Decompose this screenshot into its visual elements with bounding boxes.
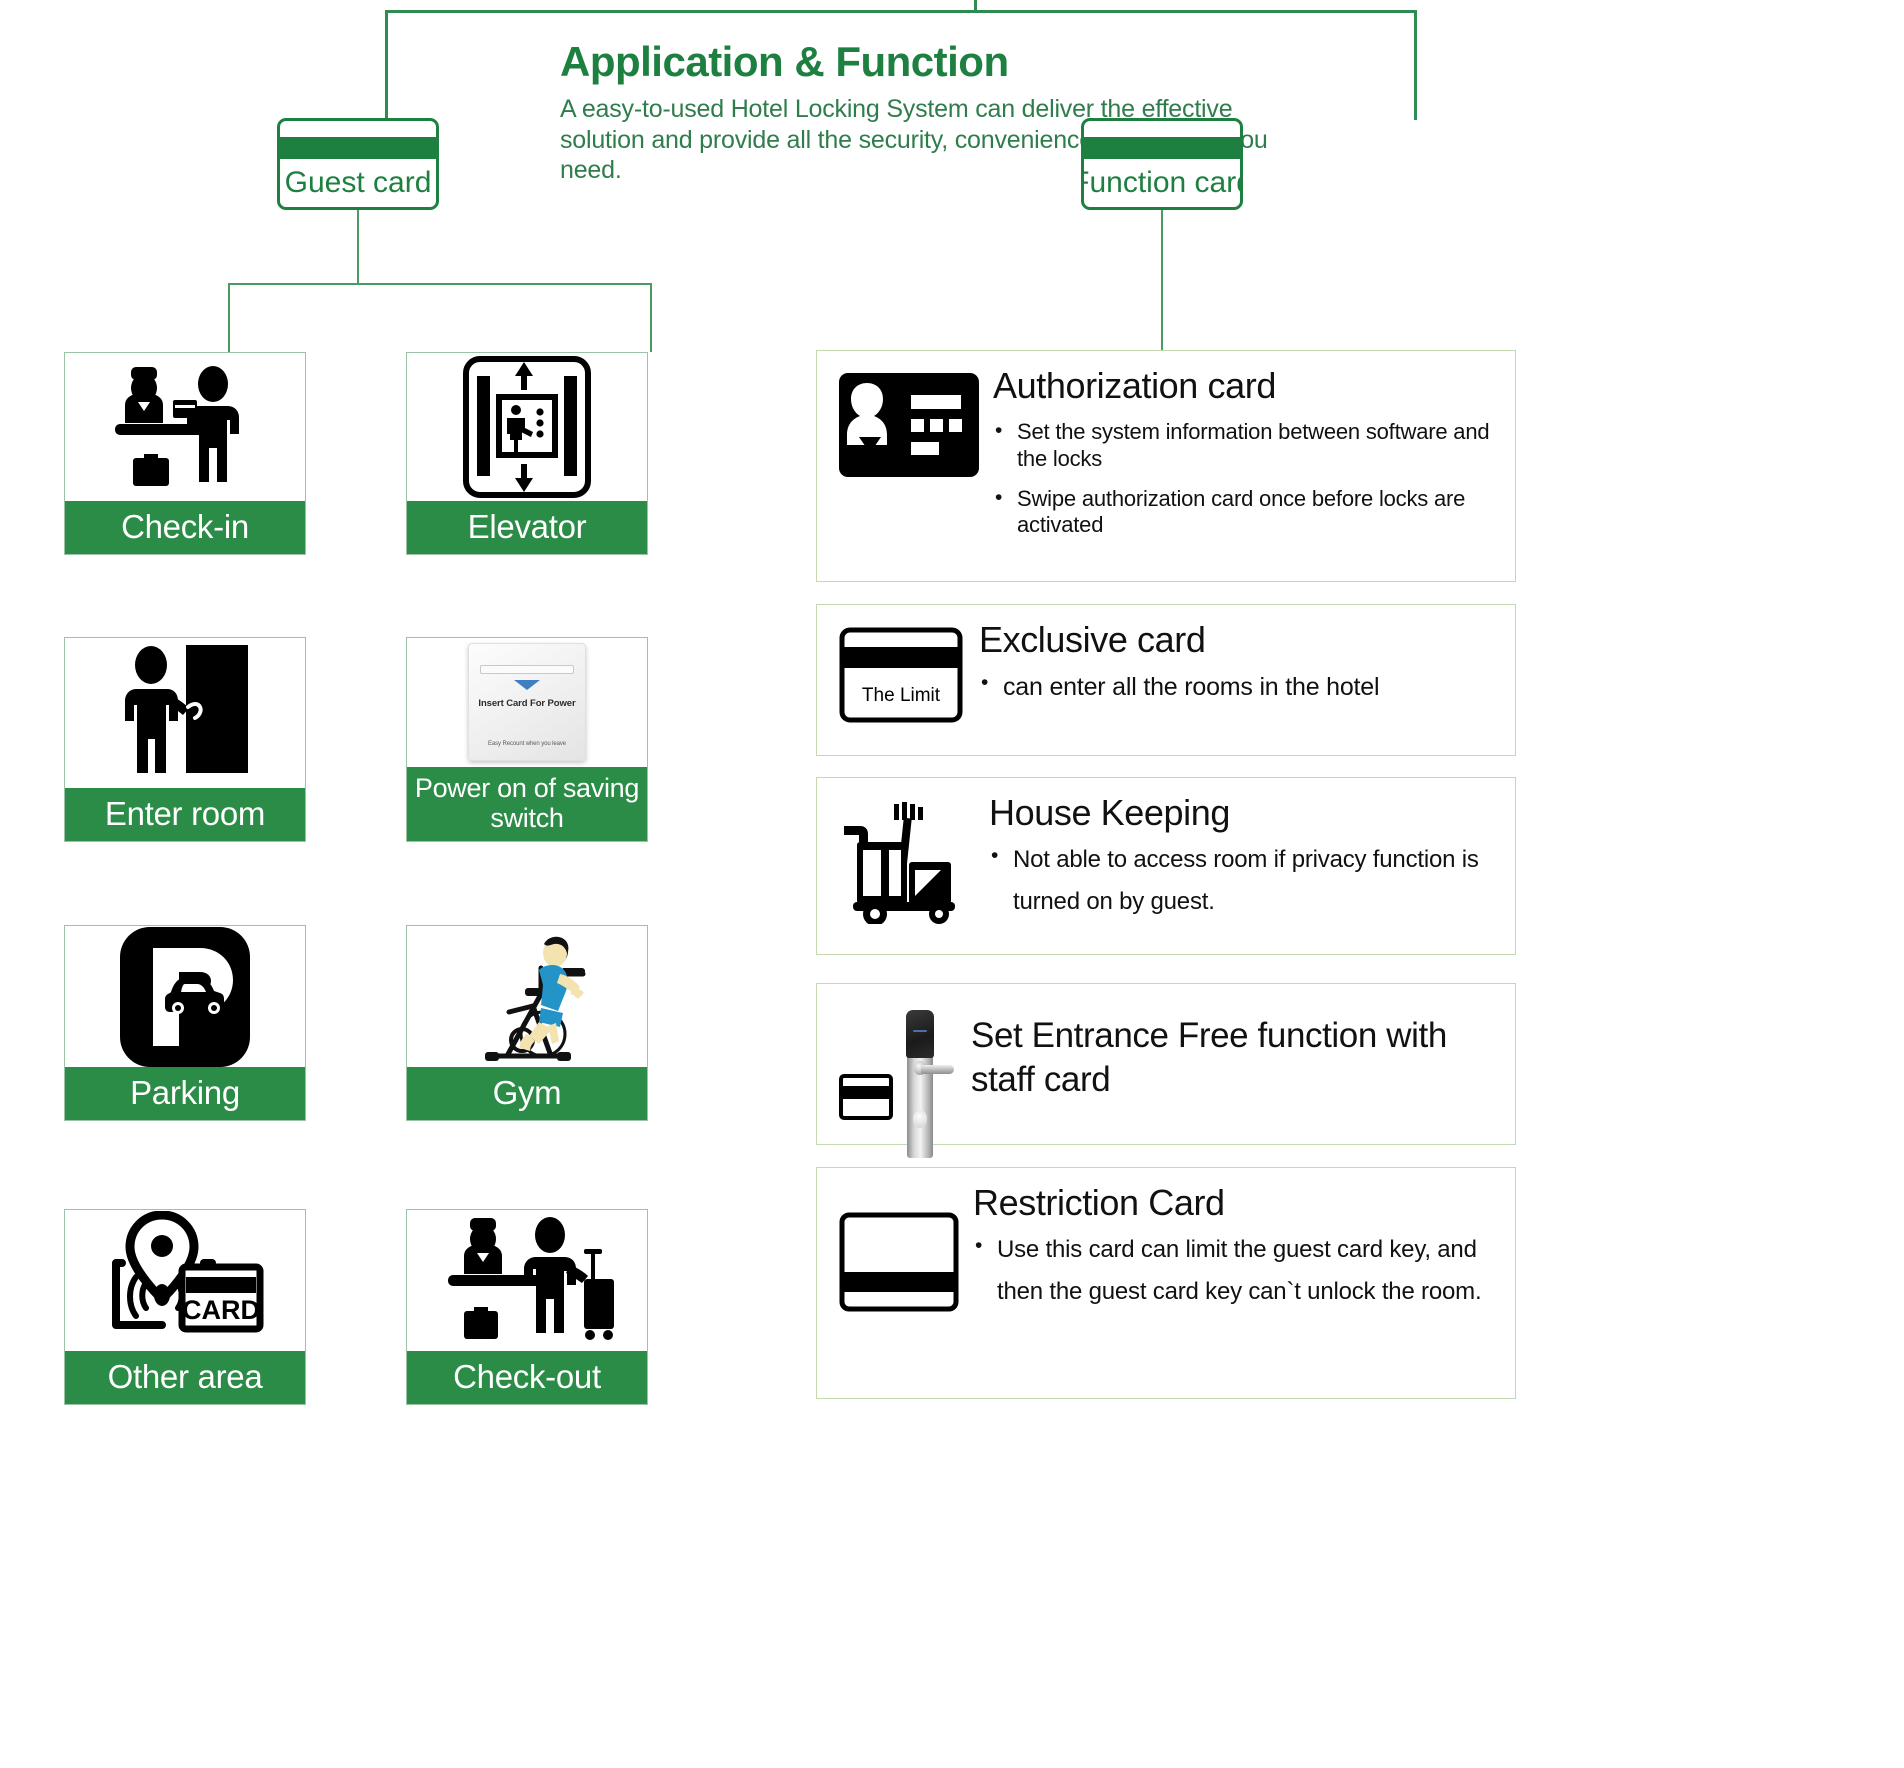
bullet-list: can enter all the rooms in the hotel (979, 665, 1501, 709)
connector-guest-down (357, 210, 359, 284)
panel-title: Restriction Card (973, 1182, 1225, 1223)
location-card-reader-icon: CARD (65, 1210, 305, 1351)
bullet-item: Not able to access room if privacy funct… (989, 838, 1501, 923)
reception-checkin-icon (65, 353, 305, 501)
panel-body: House Keeping Not able to access room if… (975, 792, 1501, 923)
panel-restriction-card[interactable]: Restriction Card Use this card can limit… (816, 1167, 1516, 1399)
bullet-list: Set the system information between softw… (993, 418, 1501, 540)
panel-entrance-free[interactable]: Set Entrance Free function with staff ca… (816, 983, 1516, 1158)
card-magnetic-stripe-icon (1084, 137, 1240, 159)
card-top-blank (1084, 121, 1240, 137)
panel-house-keeping[interactable]: House Keeping Not able to access room if… (816, 777, 1516, 955)
page-title: Application & Function (560, 38, 1009, 85)
card-magnetic-stripe-icon (280, 137, 436, 159)
tile-label: Elevator (407, 501, 647, 554)
tile-label: Other area (65, 1351, 305, 1404)
panel-exclusive-card[interactable]: The Limit Exclusive card can enter all t… (816, 604, 1516, 756)
magnetic-stripe-card-icon: The Limit (839, 621, 965, 723)
tile-label: Gym (407, 1067, 647, 1120)
tile-power-saving-switch[interactable]: Insert Card For Power Easy Recount when … (406, 637, 648, 842)
switch-secondary-text: Easy Recount when you leave (487, 741, 567, 748)
door-lock-card-icon (839, 1000, 957, 1158)
hotel-door-lock-photo (895, 1006, 957, 1158)
insert-arrow-icon (514, 680, 540, 691)
tile-label: Parking (65, 1067, 305, 1120)
blank-stripe-card-icon (839, 1184, 959, 1312)
node-function-card[interactable]: Function card (1081, 118, 1243, 210)
panel-title: House Keeping (989, 792, 1230, 833)
panel-title: Exclusive card (979, 619, 1206, 660)
panel-title: Authorization card (993, 365, 1276, 406)
elevator-icon (407, 353, 647, 501)
id-badge-card-icon (839, 367, 979, 477)
bullet-item: Use this card can limit the guest card k… (973, 1228, 1501, 1313)
switch-plate: Insert Card For Power Easy Recount when … (468, 643, 586, 762)
lock-reader-head (906, 1010, 934, 1058)
card-slot (480, 665, 574, 675)
tile-other-area[interactable]: CARD Other area (64, 1209, 306, 1405)
panel-body: Authorization card Set the system inform… (979, 365, 1501, 540)
node-function-card-label: Function card (1081, 166, 1240, 199)
reception-checkout-icon (407, 1210, 647, 1351)
bullet-item: Swipe authorization card once before loc… (993, 485, 1501, 540)
spin-bike-icon (407, 926, 647, 1067)
parking-car-icon (65, 926, 305, 1067)
tile-label: Check-in (65, 501, 305, 554)
connector-top-bus (385, 10, 1417, 13)
tile-enter-room[interactable]: Enter room (64, 637, 306, 842)
lock-button (913, 1110, 927, 1128)
switch-primary-text: Insert Card For Power (478, 698, 576, 710)
tile-label: Enter room (65, 788, 305, 841)
person-door-icon (65, 638, 305, 788)
bullet-item: can enter all the rooms in the hotel (979, 665, 1501, 709)
connector-to-guest-card (385, 10, 388, 120)
tile-check-in[interactable]: Check-in (64, 352, 306, 555)
card-label: The Limit (862, 685, 941, 706)
connector-function-down (1161, 210, 1163, 351)
lock-handle (921, 1065, 954, 1074)
connector-guest-split (228, 283, 652, 285)
bullet-item: Set the system information between softw… (993, 418, 1501, 473)
bullet-list: Not able to access room if privacy funct… (989, 838, 1501, 923)
node-guest-card-label: Guest card (284, 166, 432, 199)
connector-guest-branch-left (228, 283, 230, 352)
panel-authorization-card[interactable]: Authorization card Set the system inform… (816, 350, 1516, 582)
panel-body: Restriction Card Use this card can limit… (959, 1182, 1501, 1313)
tile-check-out[interactable]: Check-out (406, 1209, 648, 1405)
tile-label: Power on of saving switch (407, 766, 647, 841)
panel-title: Set Entrance Free function with staff ca… (971, 1016, 1447, 1099)
card-top-blank (280, 121, 436, 137)
energy-saving-switch-icon: Insert Card For Power Easy Recount when … (407, 638, 647, 767)
svg-text:CARD: CARD (182, 1295, 260, 1325)
housekeeping-cart-icon (839, 794, 975, 924)
panel-body: Set Entrance Free function with staff ca… (957, 1000, 1501, 1108)
connector-guest-branch-right (650, 283, 652, 352)
tile-label: Check-out (407, 1351, 647, 1404)
panel-body: Exclusive card can enter all the rooms i… (965, 619, 1501, 709)
tile-parking[interactable]: Parking (64, 925, 306, 1121)
tile-elevator[interactable]: Elevator (406, 352, 648, 555)
node-guest-card[interactable]: Guest card (277, 118, 439, 210)
bullet-list: Use this card can limit the guest card k… (973, 1228, 1501, 1313)
connector-to-function-card (1414, 10, 1417, 120)
tile-gym[interactable]: Gym (406, 925, 648, 1121)
